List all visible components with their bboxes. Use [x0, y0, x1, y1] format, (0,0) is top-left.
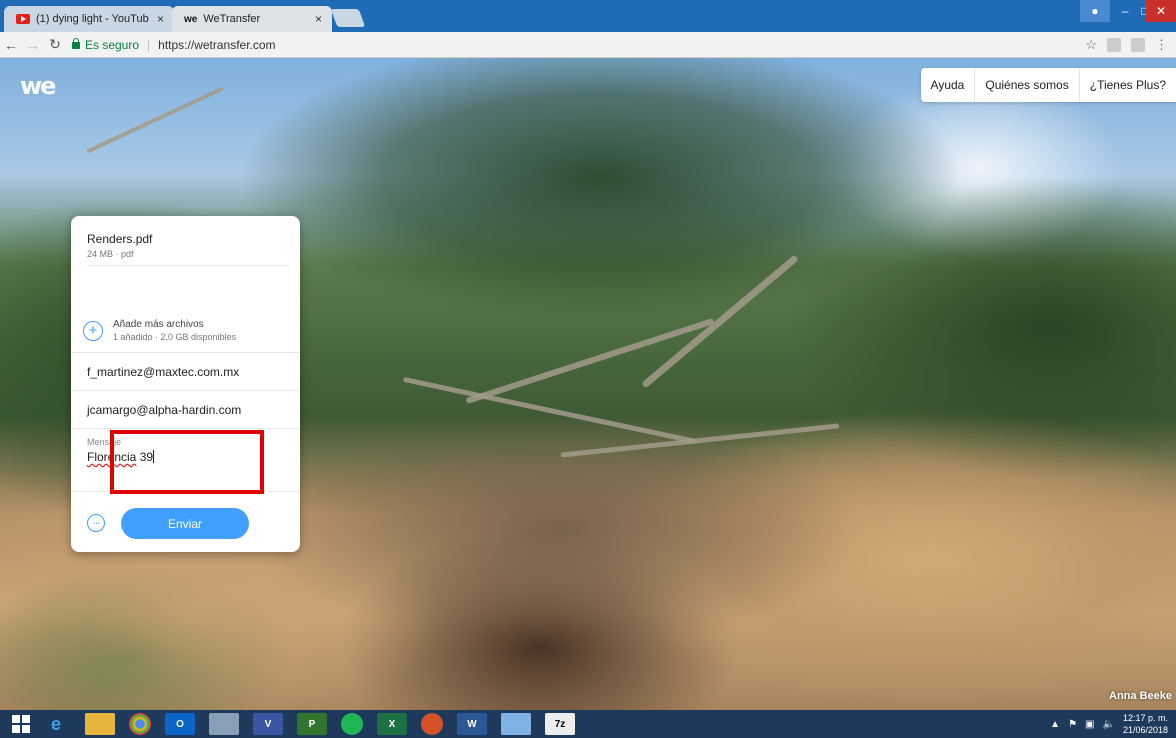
visio-icon[interactable]: V	[253, 713, 283, 735]
clock-time: 12:17 p. m.	[1122, 713, 1168, 723]
tab-close-icon[interactable]: ×	[315, 12, 322, 26]
windows-taskbar: e O V P X W 7z ▲ ⚑ ▣ 🔈 12:17 p. m. 21/06…	[0, 710, 1176, 738]
wetransfer-logo[interactable]: we	[20, 72, 56, 100]
wetransfer-icon: we	[184, 13, 198, 25]
reload-button[interactable]: ↻	[44, 36, 66, 53]
tree-root-decoration	[560, 423, 840, 458]
bookmark-star-icon[interactable]: ☆	[1085, 37, 1097, 53]
transfer-panel: Renders.pdf 24 MB · pdf + Añade más arch…	[71, 216, 300, 552]
tab-title: (1) dying light - YouTube	[36, 13, 149, 25]
extension-icon[interactable]	[1131, 37, 1145, 52]
photo-credit[interactable]: Anna Beeke	[1109, 690, 1172, 702]
file-item: Renders.pdf 24 MB · pdf	[87, 232, 290, 266]
file-name: Renders.pdf	[87, 232, 153, 246]
excel-icon[interactable]: X	[377, 713, 407, 735]
nav-about[interactable]: Quiénes somos	[975, 68, 1080, 102]
new-tab-button[interactable]	[330, 9, 366, 27]
clock-date: 21/06/2018	[1122, 725, 1168, 735]
spotify-icon[interactable]	[341, 713, 363, 735]
message-text-rest: 39	[136, 450, 154, 464]
nav-plus[interactable]: ¿Tienes Plus?	[1080, 68, 1176, 102]
tab-wetransfer[interactable]: we WeTransfer ×	[172, 6, 332, 32]
tab-close-icon[interactable]: ×	[157, 12, 164, 26]
text-caret	[153, 450, 155, 463]
chevron-up-icon[interactable]: ▲	[1050, 719, 1060, 730]
top-navigation: Ayuda Quiénes somos ¿Tienes Plus?	[920, 68, 1176, 102]
more-options-icon[interactable]: ···	[87, 514, 105, 532]
plus-circle-icon: +	[83, 320, 103, 341]
7zip-icon[interactable]: 7z	[545, 713, 575, 735]
user-profile-icon[interactable]: ●	[1080, 0, 1110, 22]
nav-help[interactable]: Ayuda	[921, 68, 976, 102]
sender-email-field[interactable]: jcamargo@alpha-hardin.com	[71, 390, 300, 428]
send-button[interactable]: Enviar	[121, 508, 249, 539]
secure-label: Es seguro	[85, 37, 140, 52]
outlook-icon[interactable]: O	[165, 713, 195, 735]
firefox-icon[interactable]	[421, 713, 443, 735]
forward-button[interactable]: →	[22, 37, 44, 53]
flag-icon[interactable]: ⚑	[1068, 719, 1077, 730]
menu-icon[interactable]: ⋮	[1155, 37, 1168, 53]
windows-start-icon[interactable]	[12, 715, 34, 733]
tree-branch-decoration	[86, 86, 224, 154]
message-field[interactable]: Mensaje Florencia 39	[71, 428, 300, 492]
add-more-title: Añade más archivos	[113, 319, 204, 330]
paint-icon[interactable]	[501, 713, 531, 735]
volume-icon[interactable]: 🔈	[1103, 719, 1115, 730]
system-tray: ▲ ⚑ ▣ 🔈 12:17 p. m. 21/06/2018	[1050, 712, 1168, 736]
network-icon[interactable]: ▣	[1085, 719, 1094, 730]
misspelled-word: Florencia	[87, 450, 137, 464]
file-meta: 24 MB · pdf	[87, 249, 134, 259]
tree-root-decoration	[641, 254, 799, 389]
clock[interactable]: 12:17 p. m. 21/06/2018	[1123, 712, 1168, 736]
message-text: Florencia 39	[87, 450, 284, 464]
tab-title: WeTransfer	[203, 13, 261, 25]
word-icon[interactable]: W	[457, 713, 487, 735]
file-explorer-icon[interactable]	[85, 713, 115, 735]
internet-explorer-icon[interactable]: e	[41, 713, 71, 735]
address-bar[interactable]: Es seguro | https://wetransfer.com	[72, 35, 1085, 55]
close-window-button[interactable]: ✕	[1146, 0, 1176, 22]
recipient-email-field[interactable]: f_martinez@maxtec.com.mx	[71, 352, 300, 390]
address-separator: |	[147, 37, 151, 52]
tree-root-decoration	[402, 376, 698, 445]
chrome-icon[interactable]	[129, 713, 151, 735]
extension-icon[interactable]	[1107, 37, 1121, 52]
page-background: we Ayuda Quiénes somos ¿Tienes Plus? Ren…	[0, 58, 1176, 710]
calculator-icon[interactable]	[209, 713, 239, 735]
browser-toolbar: ← → ↻ Es seguro | https://wetransfer.com…	[0, 32, 1176, 58]
add-more-subtitle: 1 añadido · 2,0 GB disponibles	[113, 332, 237, 342]
project-icon[interactable]: P	[297, 713, 327, 735]
tab-youtube[interactable]: (1) dying light - YouTube ×	[4, 6, 174, 32]
url-text: https://wetransfer.com	[158, 37, 276, 52]
lock-icon	[72, 38, 80, 49]
back-button[interactable]: ←	[0, 37, 22, 53]
message-label: Mensaje	[87, 437, 122, 447]
youtube-icon	[16, 14, 30, 24]
browser-tabstrip: (1) dying light - YouTube × we WeTransfe…	[0, 0, 1176, 32]
add-more-files-button[interactable]: + Añade más archivos 1 añadido · 2,0 GB …	[83, 319, 290, 342]
